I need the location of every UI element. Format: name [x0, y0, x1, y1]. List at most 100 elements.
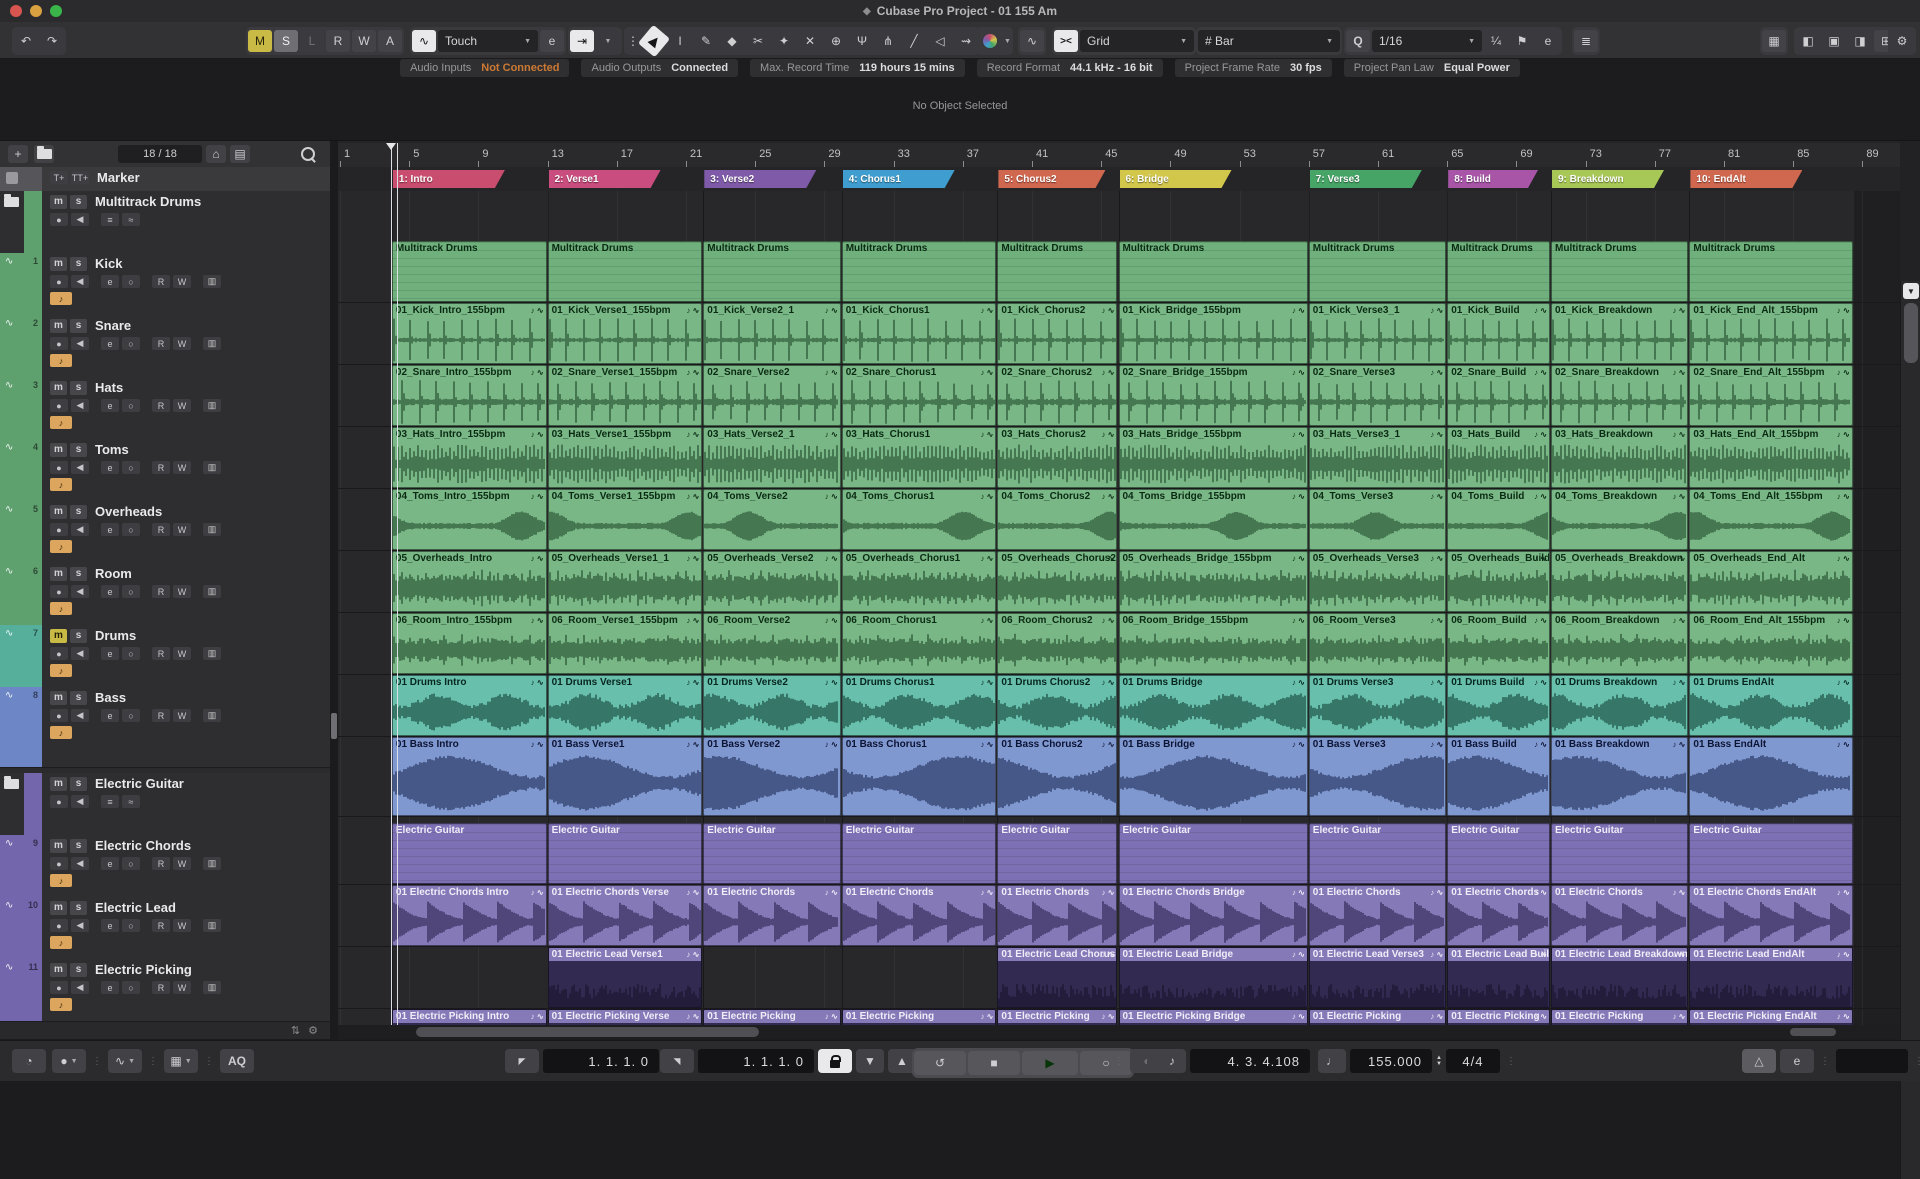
- hand-tool[interactable]: Ψ: [850, 30, 874, 52]
- audio-event[interactable]: 05_Overheads_Bridge_155bpm♪ ∿: [1119, 551, 1308, 612]
- project-cursor-handle[interactable]: [386, 143, 396, 150]
- marker-flag-bridge[interactable]: 6: Bridge: [1120, 170, 1232, 188]
- audio-event[interactable]: 01 Electric Chords♪ ∿: [997, 885, 1117, 946]
- monitor-button[interactable]: ◀: [71, 461, 89, 474]
- marker-flag-verse1[interactable]: 2: Verse1: [549, 170, 661, 188]
- audio-event[interactable]: 01 Drums Verse1♪ ∿: [548, 675, 703, 736]
- group-editing-button[interactable]: ≡: [101, 795, 119, 808]
- marker-lane[interactable]: 1: Intro2: Verse13: Verse24: Chorus15: C…: [338, 167, 1900, 192]
- write-automation-button[interactable]: W: [173, 981, 191, 994]
- audio-event[interactable]: 01_Kick_Build♪ ∿: [1447, 303, 1550, 364]
- audio-event[interactable]: 06_Room_Intro_155bpm♪ ∿: [392, 613, 547, 674]
- zoom-tool[interactable]: ⊕: [824, 30, 848, 52]
- monitor-button[interactable]: ◀: [71, 585, 89, 598]
- mute-tool[interactable]: ✕: [798, 30, 822, 52]
- audio-event[interactable]: 04_Toms_Verse3♪ ∿: [1309, 489, 1446, 550]
- show-lanes-button[interactable]: ▥: [203, 337, 221, 350]
- color-palette-icon[interactable]: [983, 34, 997, 48]
- use-track-preset-button[interactable]: [34, 145, 54, 163]
- folder-part[interactable]: Electric Guitar: [997, 823, 1117, 884]
- folder-part[interactable]: Electric Guitar: [548, 823, 703, 884]
- read-automation-button[interactable]: R: [152, 523, 170, 536]
- folder-part[interactable]: Multitrack Drums: [1551, 241, 1688, 302]
- audio-event[interactable]: 02_Snare_Chorus2♪ ∿: [997, 365, 1117, 426]
- tempo-track-icon[interactable]: ♩: [1318, 1049, 1346, 1073]
- folder-part[interactable]: Multitrack Drums: [1119, 241, 1308, 302]
- global-automation-l-button[interactable]: L: [300, 30, 324, 52]
- audio-event[interactable]: 01 Electric Lead Verse1♪ ∿: [548, 947, 703, 1008]
- right-zone-toggle-icon[interactable]: ◨: [1848, 30, 1872, 52]
- audio-event[interactable]: 05_Overheads_Chorus2♪ ∿: [997, 551, 1117, 612]
- insert-state-button[interactable]: ○: [122, 337, 140, 350]
- folder-part[interactable]: Multitrack Drums: [1447, 241, 1550, 302]
- folder-part[interactable]: Multitrack Drums: [703, 241, 840, 302]
- left-zone-toggle-icon[interactable]: ◧: [1796, 30, 1820, 52]
- track-row-electric-chords[interactable]: ∿9msElectric Chords●◀e○RW▥♪: [0, 835, 330, 898]
- mute-button[interactable]: m: [50, 567, 67, 581]
- audio-activity-button[interactable]: ∿▼: [108, 1049, 142, 1073]
- audio-event[interactable]: 02_Snare_Verse3♪ ∿: [1309, 365, 1446, 426]
- track-row-electric-guitar[interactable]: msElectric Guitar●◀≡≈: [0, 773, 330, 836]
- monitor-button[interactable]: ◀: [71, 709, 89, 722]
- lane-drums[interactable]: 01 Drums Intro♪ ∿01 Drums Verse1♪ ∿01 Dr…: [338, 675, 1900, 737]
- folder-part[interactable]: Electric Guitar: [703, 823, 840, 884]
- constrain-delay-compensation-icon[interactable]: ◔: [12, 1049, 46, 1073]
- audio-event[interactable]: 01 Electric Chords Intro♪ ∿: [392, 885, 547, 946]
- write-automation-button[interactable]: W: [173, 461, 191, 474]
- insert-state-button[interactable]: ○: [122, 981, 140, 994]
- audio-event[interactable]: 01 Bass EndAlt♪ ∿: [1689, 737, 1852, 816]
- audio-event[interactable]: 03_Hats_Bridge_155bpm♪ ∿: [1119, 427, 1308, 488]
- read-automation-button[interactable]: R: [152, 981, 170, 994]
- musical-mode-badge[interactable]: ♪: [50, 664, 72, 677]
- monitor-button[interactable]: ◀: [71, 399, 89, 412]
- show-lanes-button[interactable]: ▥: [203, 523, 221, 536]
- audio-event[interactable]: 01 Electric Chords♪ ∿: [842, 885, 997, 946]
- audio-event[interactable]: 01 Drums Breakdown♪ ∿: [1551, 675, 1688, 736]
- mute-button[interactable]: m: [50, 839, 67, 853]
- lane-toms[interactable]: 04_Toms_Intro_155bpm♪ ∿04_Toms_Verse1_15…: [338, 489, 1900, 551]
- horizontal-scrollbar[interactable]: [338, 1025, 1900, 1039]
- solo-button[interactable]: s: [70, 257, 87, 271]
- audio-event[interactable]: 01 Drums Intro♪ ∿: [392, 675, 547, 736]
- redo-button[interactable]: ↷: [40, 30, 64, 52]
- folder-part[interactable]: Electric Guitar: [1551, 823, 1688, 884]
- audio-event[interactable]: 01 Drums Chorus1♪ ∿: [842, 675, 997, 736]
- musical-mode-badge[interactable]: ♪: [50, 416, 72, 429]
- lane-kick[interactable]: 01_Kick_Intro_155bpm♪ ∿01_Kick_Verse1_15…: [338, 303, 1900, 365]
- show-lanes-button[interactable]: ▥: [203, 399, 221, 412]
- track-row-bass[interactable]: ∿8msBass●◀e○RW▥♪: [0, 687, 330, 768]
- edit-channel-button[interactable]: e: [101, 275, 119, 288]
- global-automation-w-button[interactable]: W: [352, 30, 376, 52]
- folder-part[interactable]: Multitrack Drums: [1309, 241, 1446, 302]
- time-warp-tool[interactable]: ⋔: [876, 30, 900, 52]
- play-tool[interactable]: ◁: [928, 30, 952, 52]
- record-enable-button[interactable]: ●: [50, 919, 68, 932]
- insert-state-button[interactable]: ○: [122, 585, 140, 598]
- edit-channel-button[interactable]: e: [101, 709, 119, 722]
- add-track-button[interactable]: +: [8, 145, 28, 163]
- musical-mode-badge[interactable]: ♪: [50, 726, 72, 739]
- audio-event[interactable]: 01 Electric Lead Chorus♪ ∿: [997, 947, 1117, 1008]
- vertical-scrollbar-thumb[interactable]: [1904, 303, 1918, 363]
- lane-overheads[interactable]: 05_Overheads_Intro♪ ∿05_Overheads_Verse1…: [338, 551, 1900, 613]
- write-automation-button[interactable]: W: [173, 919, 191, 932]
- folder-part[interactable]: Multitrack Drums: [842, 241, 997, 302]
- audio-event[interactable]: 01 Bass Verse2♪ ∿: [703, 737, 840, 816]
- folder-part[interactable]: Multitrack Drums: [997, 241, 1117, 302]
- musical-mode-badge[interactable]: ♪: [50, 540, 72, 553]
- write-automation-button[interactable]: W: [173, 275, 191, 288]
- audio-event[interactable]: 01 Drums Verse2♪ ∿: [703, 675, 840, 736]
- write-automation-button[interactable]: W: [173, 337, 191, 350]
- edit-channel-button[interactable]: e: [101, 461, 119, 474]
- audio-event[interactable]: 01 Electric Chords Bridge♪ ∿: [1119, 885, 1308, 946]
- folder-part[interactable]: Electric Guitar: [392, 823, 547, 884]
- audio-event[interactable]: 03_Hats_Chorus1♪ ∿: [842, 427, 997, 488]
- combo-tool[interactable]: ⋮: [626, 30, 640, 52]
- audio-event[interactable]: 01_Kick_Chorus2♪ ∿: [997, 303, 1117, 364]
- track-row-electric-picking[interactable]: ∿11msElectric Picking●◀e○RW▥♪: [0, 959, 330, 1022]
- solo-button[interactable]: s: [70, 567, 87, 581]
- audio-event[interactable]: 06_Room_Bridge_155bpm♪ ∿: [1119, 613, 1308, 674]
- audio-event[interactable]: 01 Electric Lead Breakdown♪ ∿: [1551, 947, 1688, 1008]
- musical-mode-badge[interactable]: ♪: [50, 874, 72, 887]
- audio-event[interactable]: 06_Room_Build♪ ∿: [1447, 613, 1550, 674]
